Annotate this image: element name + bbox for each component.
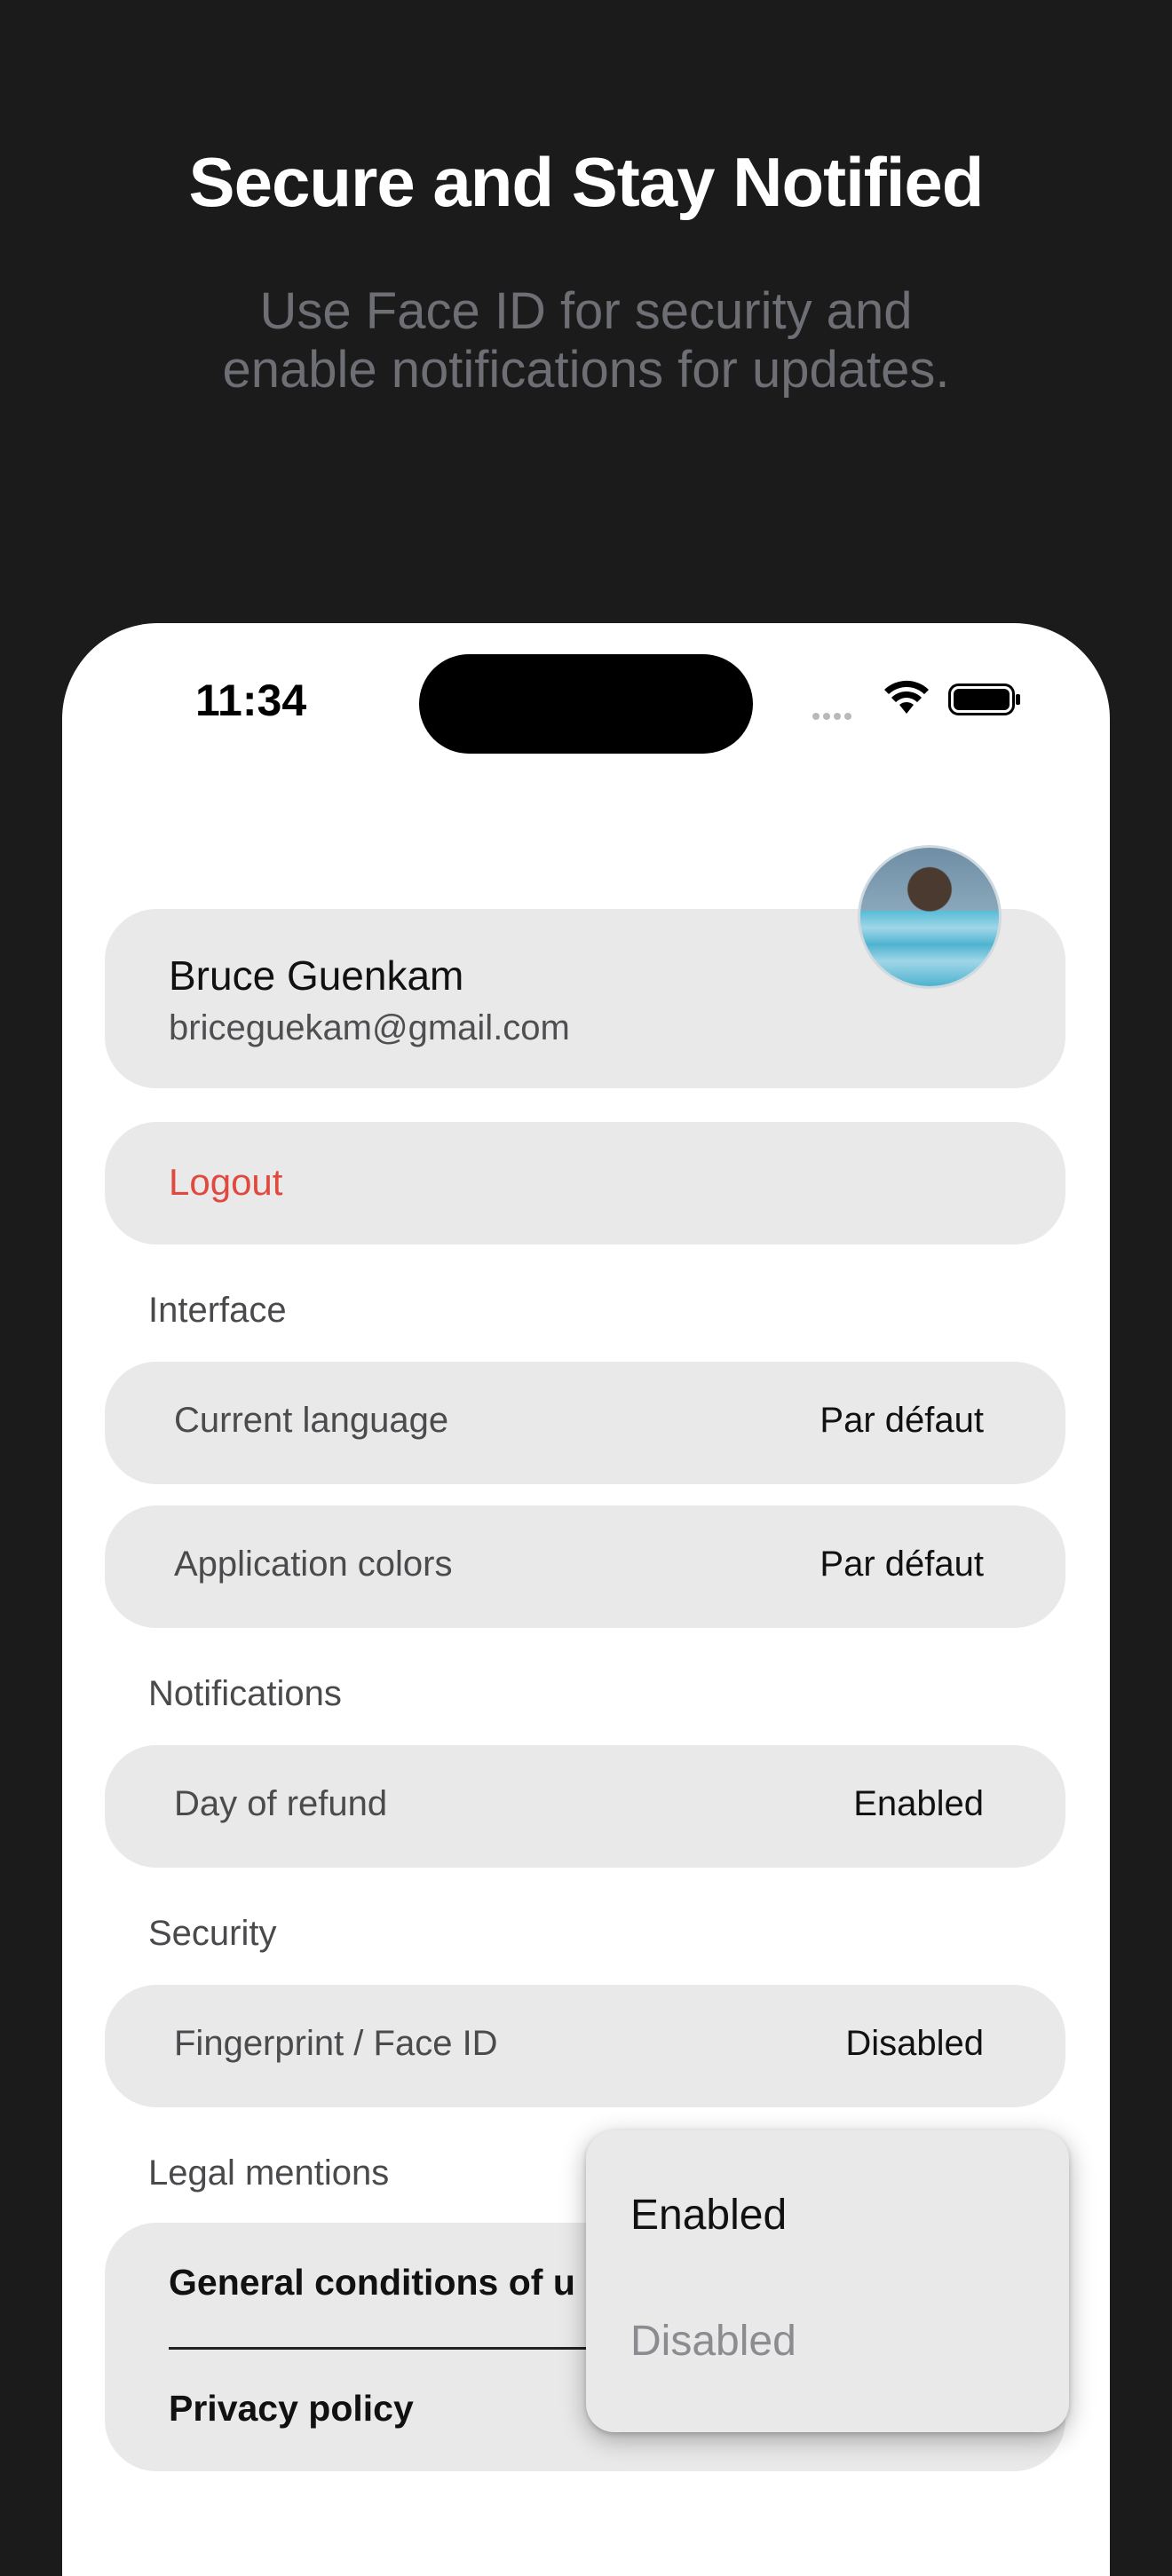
hero-subtitle: Use Face ID for security and enable noti… xyxy=(222,282,950,399)
battery-icon xyxy=(948,684,1020,715)
section-label-interface: Interface xyxy=(148,1291,287,1330)
section-label-notifications: Notifications xyxy=(148,1674,342,1713)
status-time: 11:34 xyxy=(195,676,307,725)
state-dropdown-menu: Enabled Disabled xyxy=(586,2130,1069,2432)
phone-screen: 11:34 Bruce Guenkam briceguekam@gmail.co… xyxy=(62,623,1110,2576)
section-label-legal: Legal mentions xyxy=(148,2153,390,2193)
current-language-row[interactable]: Current language Par défaut xyxy=(105,1362,1065,1484)
avatar[interactable] xyxy=(858,845,1002,989)
divider xyxy=(169,2347,630,2350)
row-label: Day of refund xyxy=(174,1784,388,1823)
row-value: Enabled xyxy=(853,1784,984,1823)
privacy-policy-link[interactable]: Privacy policy xyxy=(169,2388,414,2430)
section-label-security: Security xyxy=(148,1914,277,1953)
face-id-row[interactable]: Fingerprint / Face ID Disabled xyxy=(105,1985,1065,2107)
day-of-refund-row[interactable]: Day of refund Enabled xyxy=(105,1745,1065,1868)
cellular-signal-icon xyxy=(812,708,855,724)
hero-title: Secure and Stay Notified xyxy=(188,143,985,221)
row-value: Par défaut xyxy=(820,1401,984,1440)
wifi-icon xyxy=(884,680,929,714)
logout-label: Logout xyxy=(169,1161,283,1203)
menu-item-disabled[interactable]: Disabled xyxy=(630,2317,796,2366)
row-label: Application colors xyxy=(174,1545,453,1584)
logout-button[interactable]: Logout xyxy=(105,1122,1065,1245)
row-value: Par défaut xyxy=(820,1545,984,1584)
row-label: Fingerprint / Face ID xyxy=(174,2024,498,2063)
general-conditions-link[interactable]: General conditions of u xyxy=(169,2262,575,2303)
menu-item-enabled[interactable]: Enabled xyxy=(630,2191,787,2240)
profile-name: Bruce Guenkam xyxy=(169,952,464,999)
profile-email: briceguekam@gmail.com xyxy=(169,1008,570,1047)
dynamic-island xyxy=(419,654,753,754)
application-colors-row[interactable]: Application colors Par défaut xyxy=(105,1505,1065,1628)
row-label: Current language xyxy=(174,1401,449,1440)
row-value: Disabled xyxy=(845,2024,984,2063)
